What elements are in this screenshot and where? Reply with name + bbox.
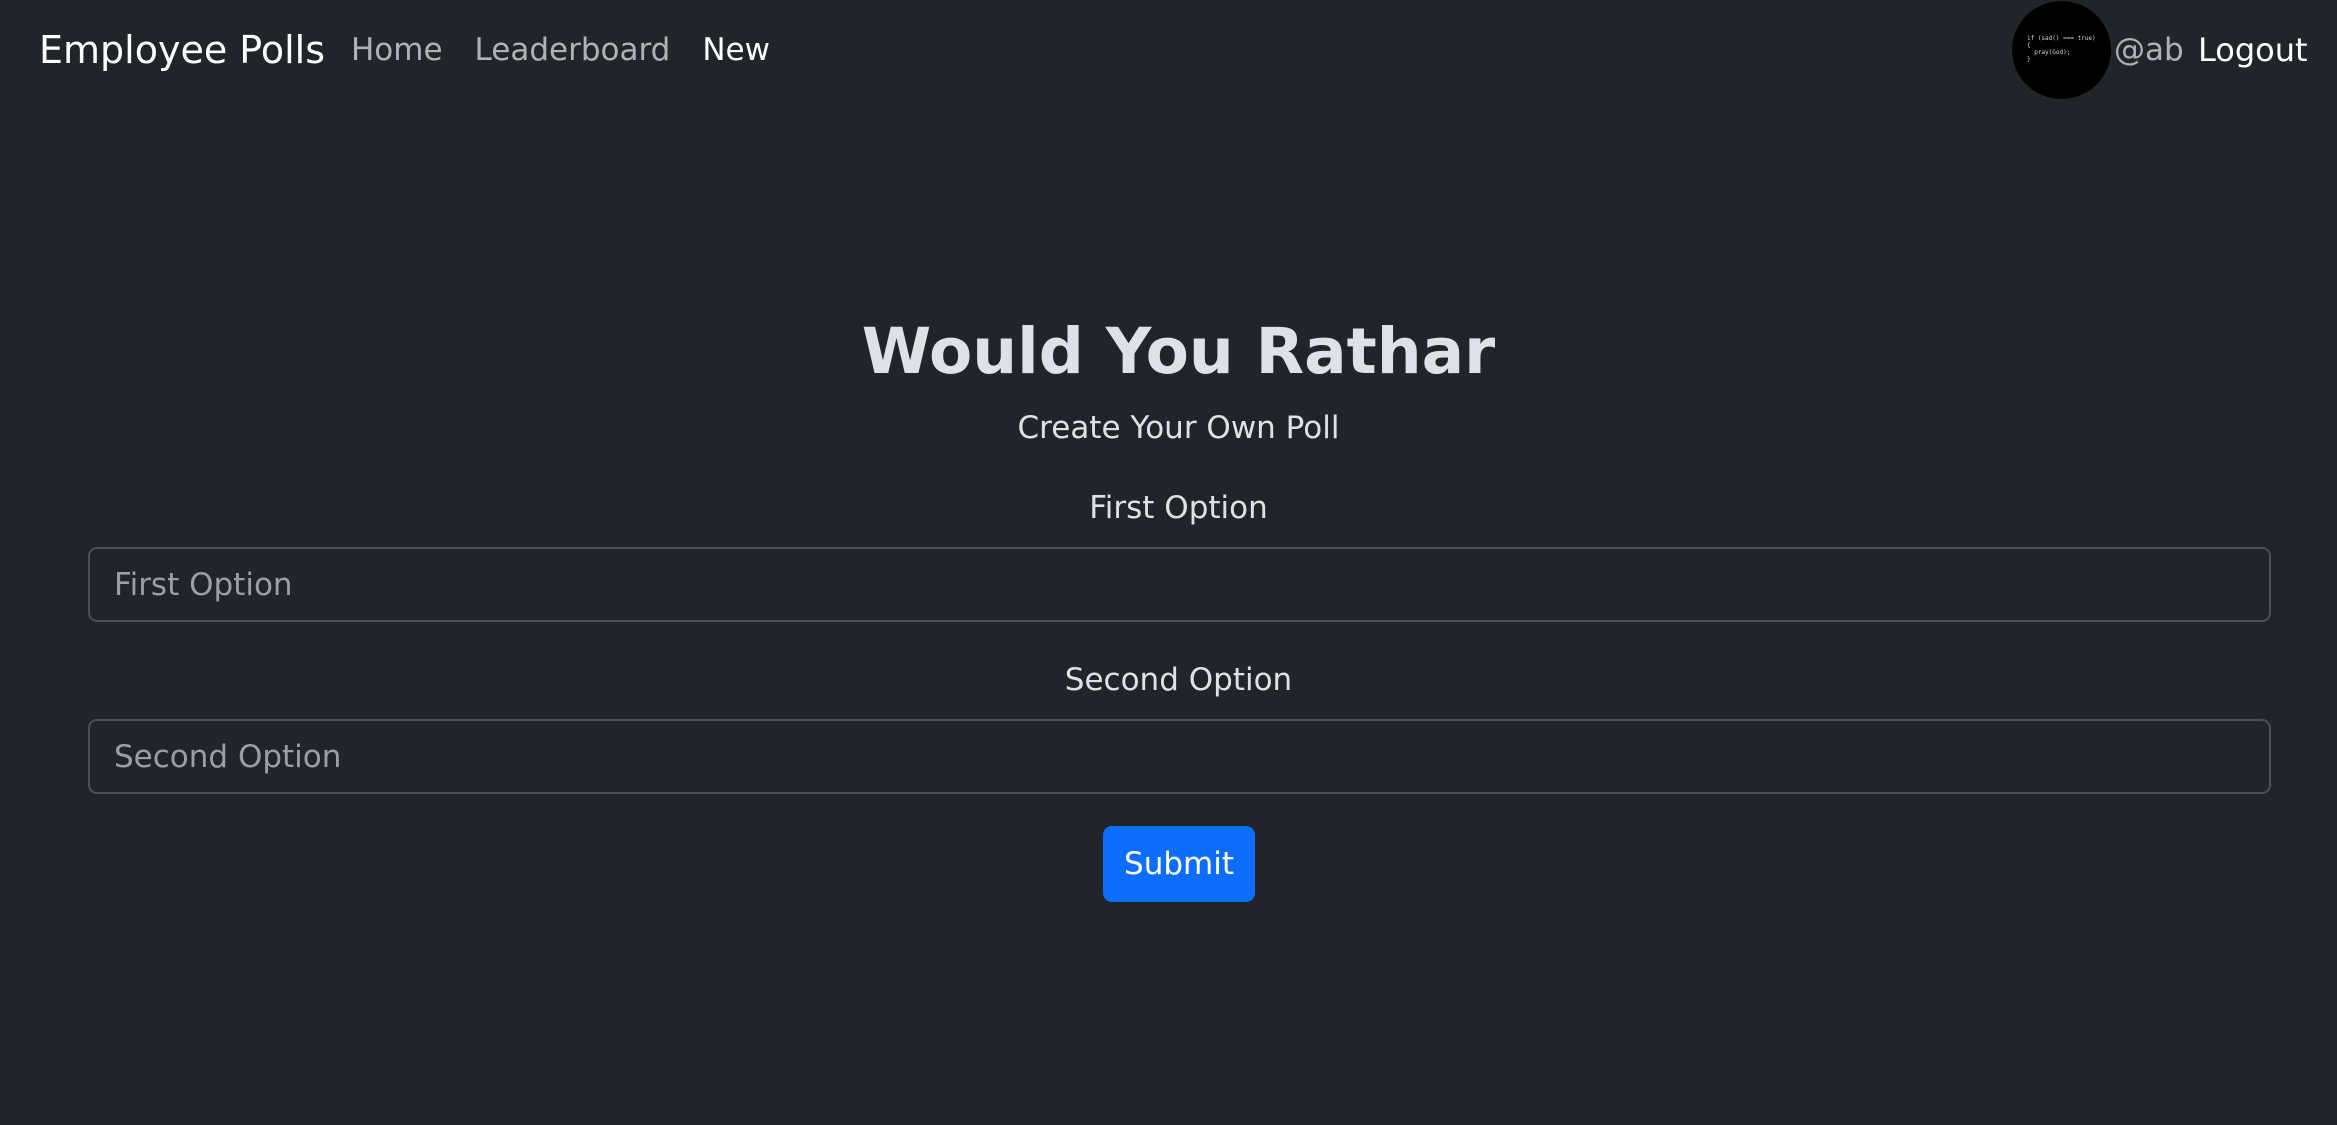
submit-button[interactable]: Submit — [1103, 826, 1255, 902]
nav-link-leaderboard[interactable]: Leaderboard — [475, 27, 671, 73]
first-option-input[interactable] — [88, 547, 2271, 622]
page-subtitle: Create Your Own Poll — [1017, 410, 1340, 446]
brand-link[interactable]: Employee Polls — [39, 24, 325, 76]
top-navbar: Employee Polls Home Leaderboard New if (… — [0, 0, 2337, 100]
nav-link-home[interactable]: Home — [351, 27, 443, 73]
avatar-image-code: if (sad() === true) { pray(God); } — [2027, 35, 2096, 63]
second-option-label: Second Option — [1064, 662, 1293, 698]
logout-link[interactable]: Logout — [2198, 27, 2308, 73]
nav-link-new[interactable]: New — [702, 27, 770, 73]
avatar: if (sad() === true) { pray(God); } — [2012, 1, 2111, 99]
username-label: @ab — [2114, 32, 2184, 68]
page-title: Would You Rathar — [861, 315, 1496, 388]
nav-links: Home Leaderboard New — [351, 27, 770, 73]
second-option-input[interactable] — [88, 719, 2271, 794]
first-option-label: First Option — [1089, 490, 1268, 526]
